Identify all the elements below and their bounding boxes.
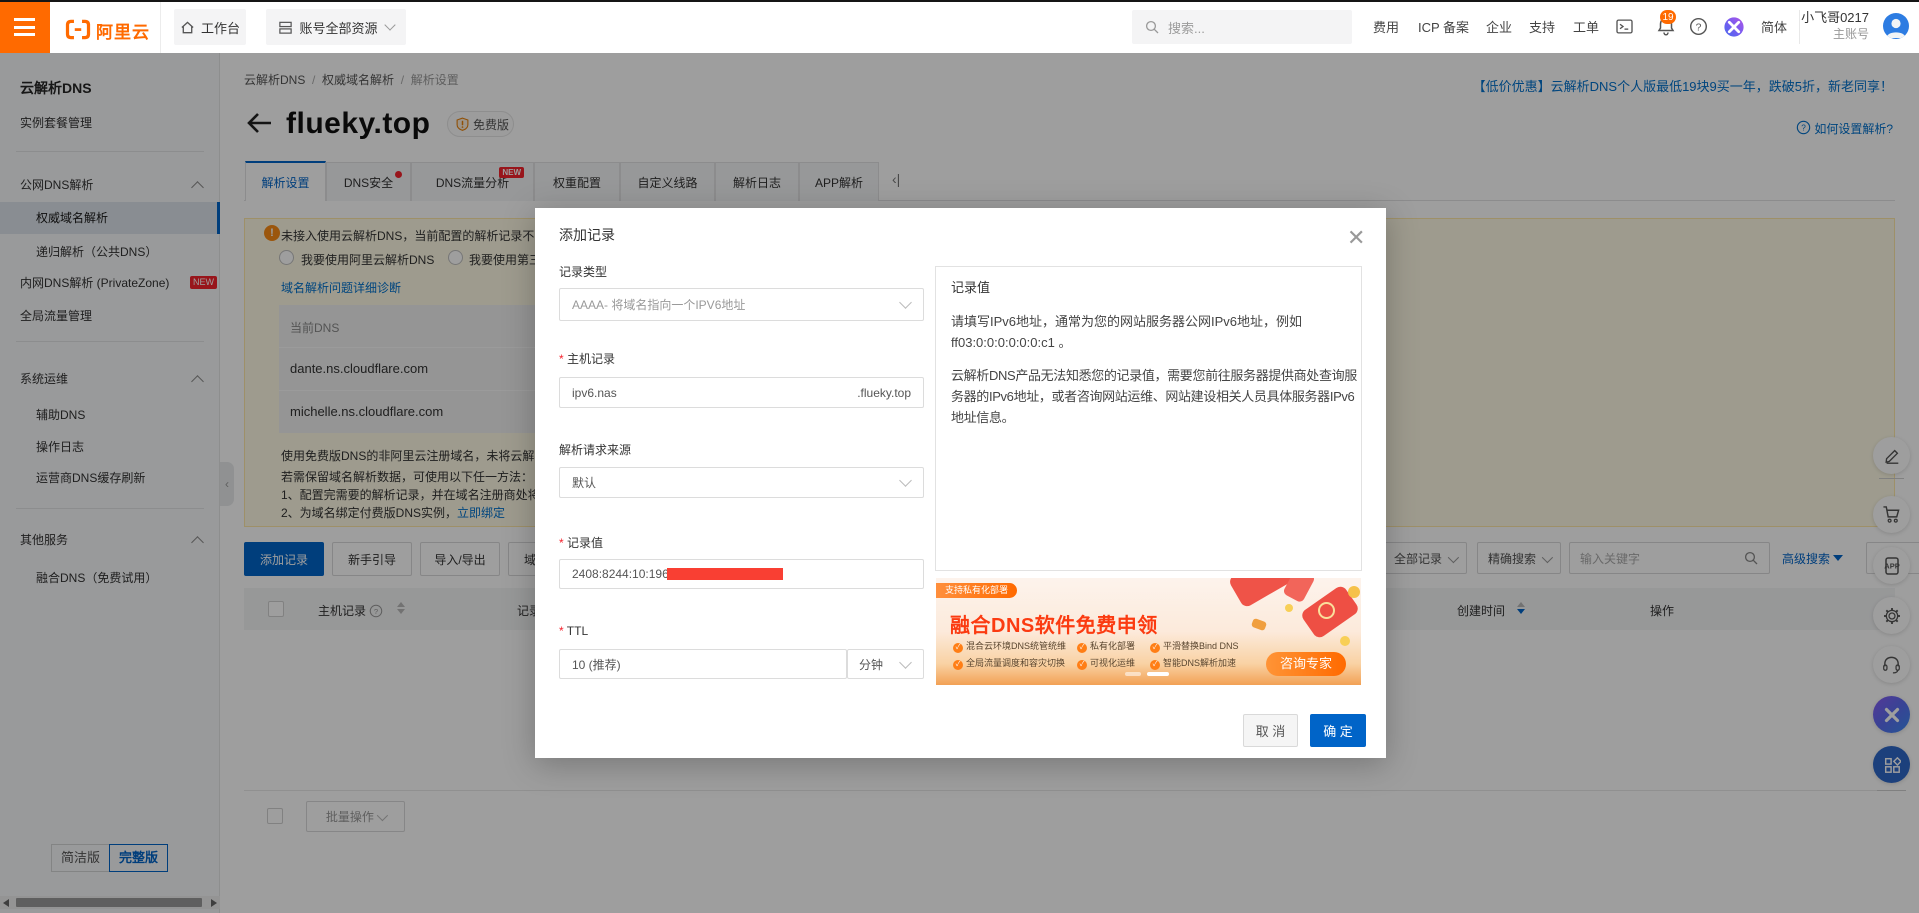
svg-text:?: ?	[1696, 22, 1702, 33]
